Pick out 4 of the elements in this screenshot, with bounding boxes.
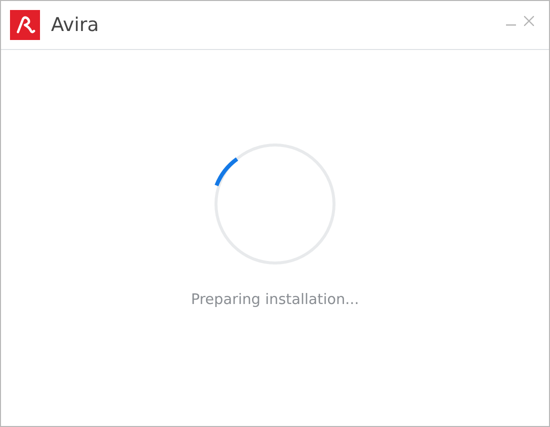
window-title: Avira	[51, 14, 99, 36]
close-icon[interactable]	[524, 16, 534, 26]
loading-spinner-icon	[213, 142, 337, 266]
status-message: Preparing installation...	[190, 292, 360, 308]
